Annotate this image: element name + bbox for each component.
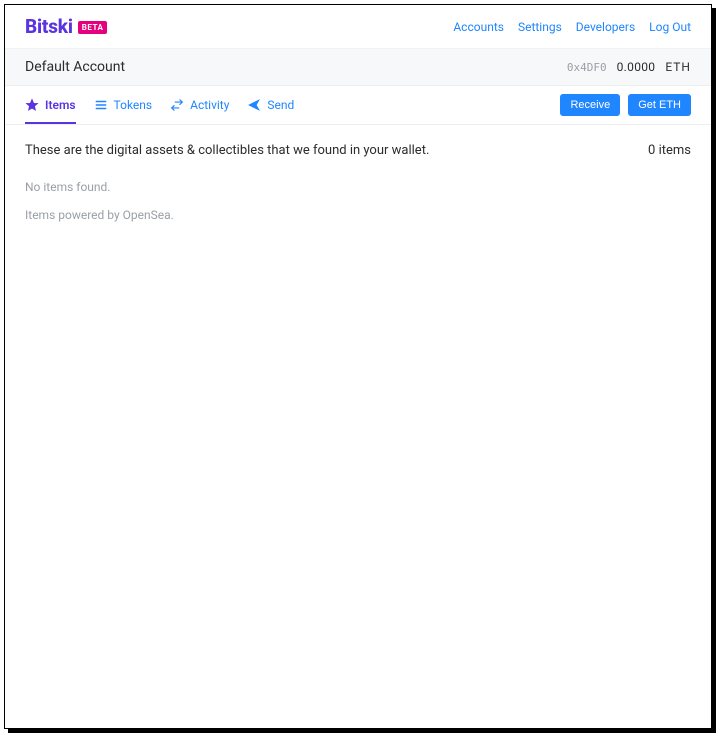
tab-activity[interactable]: Activity [170, 86, 229, 124]
receive-button[interactable]: Receive [560, 94, 620, 116]
tab-tokens[interactable]: Tokens [94, 86, 153, 124]
app-frame: Bitski BETA Accounts Settings Developers… [4, 4, 712, 729]
account-unit: ETH [665, 60, 691, 74]
brand-name: Bitski [25, 15, 73, 38]
powered-by: Items powered by OpenSea. [25, 208, 691, 222]
star-icon [25, 98, 39, 112]
nav-accounts[interactable]: Accounts [453, 20, 504, 34]
beta-badge: BETA [78, 21, 108, 34]
account-meta: 0x4DF0 0.0000 ETH [567, 60, 691, 74]
tab-send[interactable]: Send [247, 86, 294, 124]
top-nav: Accounts Settings Developers Log Out [453, 20, 691, 34]
account-name: Default Account [25, 59, 125, 75]
tab-activity-label: Activity [190, 98, 229, 112]
description-row: These are the digital assets & collectib… [25, 143, 691, 158]
swap-icon [170, 98, 184, 112]
tabs: Items Tokens Activity Send [25, 86, 294, 124]
tab-items[interactable]: Items [25, 86, 76, 124]
tab-row: Items Tokens Activity Send [5, 86, 711, 125]
nav-logout[interactable]: Log Out [649, 20, 691, 34]
empty-state: No items found. [25, 180, 691, 194]
items-count: 0 items [648, 143, 691, 158]
brand: Bitski BETA [25, 15, 107, 38]
nav-settings[interactable]: Settings [518, 20, 562, 34]
content: These are the digital assets & collectib… [5, 125, 711, 728]
nav-developers[interactable]: Developers [576, 20, 635, 34]
account-address: 0x4DF0 [567, 61, 607, 74]
account-balance: 0.0000 [617, 60, 656, 74]
tab-tokens-label: Tokens [114, 98, 153, 112]
topbar: Bitski BETA Accounts Settings Developers… [5, 5, 711, 48]
account-bar: Default Account 0x4DF0 0.0000 ETH [5, 48, 711, 86]
share-icon [247, 98, 261, 112]
list-icon [94, 98, 108, 112]
get-eth-button[interactable]: Get ETH [628, 94, 691, 116]
items-description: These are the digital assets & collectib… [25, 143, 429, 158]
tab-actions: Receive Get ETH [560, 86, 691, 124]
tab-items-label: Items [45, 98, 76, 112]
tab-send-label: Send [267, 98, 294, 112]
